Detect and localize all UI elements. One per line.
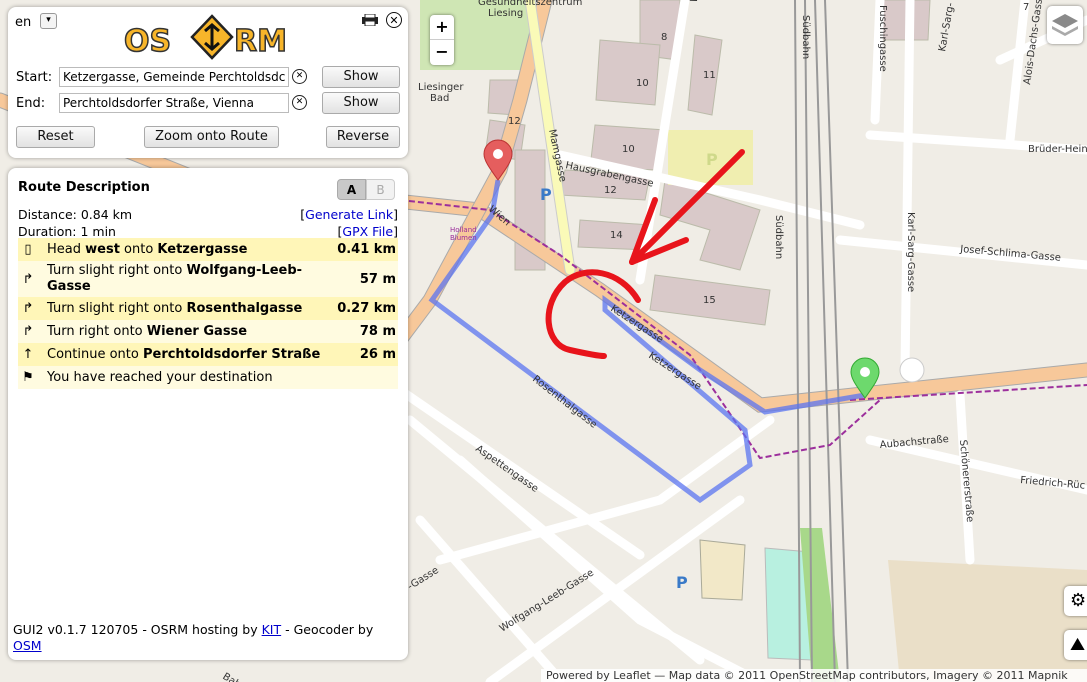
svg-text:Rosenthalgasse: Rosenthalgasse [530, 374, 599, 431]
step-distance: 26 m [359, 347, 396, 362]
route-duration: Duration: 1 min [18, 224, 116, 239]
sand-area [888, 560, 1087, 682]
svg-text:Fuschingasse: Fuschingasse [877, 5, 888, 72]
svg-text:OS: OS [124, 24, 171, 59]
route-steps: ▯ Head west onto Ketzergasse 0.41 km ↱ T… [18, 238, 398, 389]
close-icon[interactable]: ✕ [386, 12, 402, 28]
show-end-button[interactable]: Show [322, 92, 400, 114]
language-label: en [15, 15, 32, 30]
svg-text:-Gasse: -Gasse [406, 565, 441, 593]
kit-link[interactable]: KIT [262, 622, 282, 637]
building [595, 39, 661, 106]
panel-footer: GUI2 v0.1.7 120705 - OSRM hosting by KIT… [13, 622, 374, 653]
route-tab-a[interactable]: A [337, 179, 366, 200]
start-icon: ▯ [24, 242, 32, 257]
svg-text:12: 12 [508, 116, 521, 127]
show-start-button[interactable]: Show [322, 66, 400, 88]
straight-icon: ↑ [22, 347, 34, 362]
svg-text:Karl-Sarg-: Karl-Sarg- [937, 2, 956, 53]
clear-end-icon[interactable]: ✕ [292, 95, 307, 110]
svg-text:Brüder-Hein: Brüder-Hein [1028, 144, 1087, 155]
print-icon[interactable] [362, 14, 378, 26]
end-input[interactable] [59, 93, 289, 113]
svg-text:11: 11 [703, 70, 716, 81]
osrm-logo: OS RM [124, 14, 288, 60]
route-step[interactable]: ↑ Continue onto Perchtoldsdorfer Straße … [18, 343, 398, 366]
zoom-control: + − [430, 15, 454, 65]
route-input-panel: en ▾ OS RM ✕ Start: ✕ Show End: ✕ Show R… [8, 7, 408, 158]
route-step[interactable]: ⚑ You have reached your destination [18, 366, 398, 389]
svg-text:Südbahn: Südbahn [773, 215, 784, 259]
start-marker[interactable] [483, 139, 513, 181]
svg-text:P: P [706, 150, 718, 169]
route-step[interactable]: ↱ Turn slight right onto Wolfgang-Leeb-G… [18, 261, 398, 297]
layers-icon [1052, 14, 1078, 36]
svg-text:Blumen: Blumen [450, 234, 477, 242]
svg-text:Liesing: Liesing [488, 8, 523, 19]
osm-link[interactable]: OSM [13, 638, 42, 653]
language-select[interactable]: ▾ [40, 13, 57, 29]
svg-text:7: 7 [1023, 2, 1029, 13]
slight-right-icon: ↱ [22, 271, 34, 287]
route-step[interactable]: ↱ Turn right onto Wiener Gasse 78 m [18, 320, 398, 343]
building [699, 539, 746, 601]
slight-right-icon: ↱ [22, 301, 34, 316]
svg-text:Bad: Bad [430, 93, 449, 104]
end-label: End: [16, 96, 46, 111]
zoom-onto-route-button[interactable]: Zoom onto Route [144, 126, 279, 148]
svg-text:Aspettengasse: Aspettengasse [473, 443, 540, 494]
route-step[interactable]: ▯ Head west onto Ketzergasse 0.41 km [18, 238, 398, 261]
svg-text:RM: RM [234, 24, 287, 59]
zoom-out-button[interactable]: − [430, 40, 454, 64]
generate-link[interactable]: Generate Link [305, 207, 393, 222]
svg-text:Holland: Holland [450, 226, 477, 234]
svg-text:P: P [540, 185, 552, 204]
map-attribution: Powered by Leaflet — Map data © 2011 Ope… [541, 669, 1087, 682]
map-style-button[interactable]: ⛰ [1064, 630, 1087, 660]
gpx-file-wrap: [GPX File] [337, 224, 398, 239]
route-description-title: Route Description [18, 180, 150, 195]
svg-text:10: 10 [622, 144, 635, 155]
start-label: Start: [16, 70, 53, 85]
svg-text:Wolfgang-Leeb-Gasse: Wolfgang-Leeb-Gasse [498, 567, 596, 634]
step-distance: 57 m [359, 271, 396, 287]
generate-link-wrap: [Generate Link] [300, 207, 398, 222]
layers-button[interactable] [1047, 6, 1083, 44]
reverse-button[interactable]: Reverse [326, 126, 400, 148]
gpx-file-link[interactable]: GPX File [342, 224, 393, 239]
flag-icon: ⚑ [22, 370, 34, 385]
route-step[interactable]: ↱ Turn slight right onto Rosenthalgasse … [18, 297, 398, 320]
route-description-panel: Route Description A B Distance: 0.84 km … [8, 168, 408, 660]
step-distance: 78 m [359, 324, 396, 339]
svg-text:Friedrich-Rüc: Friedrich-Rüc [1020, 475, 1086, 492]
reset-button[interactable]: Reset [16, 126, 95, 148]
zoom-in-button[interactable]: + [430, 15, 454, 40]
step-distance: 0.41 km [337, 242, 396, 257]
svg-text:Liesinger: Liesinger [418, 82, 464, 93]
step-distance: 0.27 km [337, 301, 396, 316]
svg-text:Karl-Sarg-Gasse: Karl-Sarg-Gasse [905, 212, 916, 292]
map-icon: ⛰ [1070, 634, 1086, 655]
svg-text:8: 8 [661, 32, 667, 43]
svg-text:Südbahn: Südbahn [800, 15, 811, 59]
svg-text:10: 10 [636, 78, 649, 89]
clear-start-icon[interactable]: ✕ [292, 69, 307, 84]
settings-button[interactable]: ⚙ [1064, 586, 1087, 616]
svg-text:14: 14 [610, 230, 623, 241]
route-distance: Distance: 0.84 km [18, 207, 133, 222]
svg-text:P: P [676, 573, 688, 592]
start-input[interactable] [59, 67, 289, 87]
gear-icon: ⚙ [1070, 590, 1087, 611]
svg-text:15: 15 [703, 295, 716, 306]
svg-text:Babe: Babe [220, 671, 247, 682]
chevron-down-icon: ▾ [46, 15, 51, 25]
svg-text:12: 12 [604, 185, 617, 196]
route-tab-b[interactable]: B [366, 179, 395, 200]
right-icon: ↱ [22, 324, 34, 339]
svg-text:Schönererstraße: Schönererstraße [957, 439, 975, 522]
svg-text:Gesundheitszentrum: Gesundheitszentrum [478, 0, 582, 8]
svg-text:Färbermühlgasse: Färbermühlgasse [689, 0, 703, 2]
